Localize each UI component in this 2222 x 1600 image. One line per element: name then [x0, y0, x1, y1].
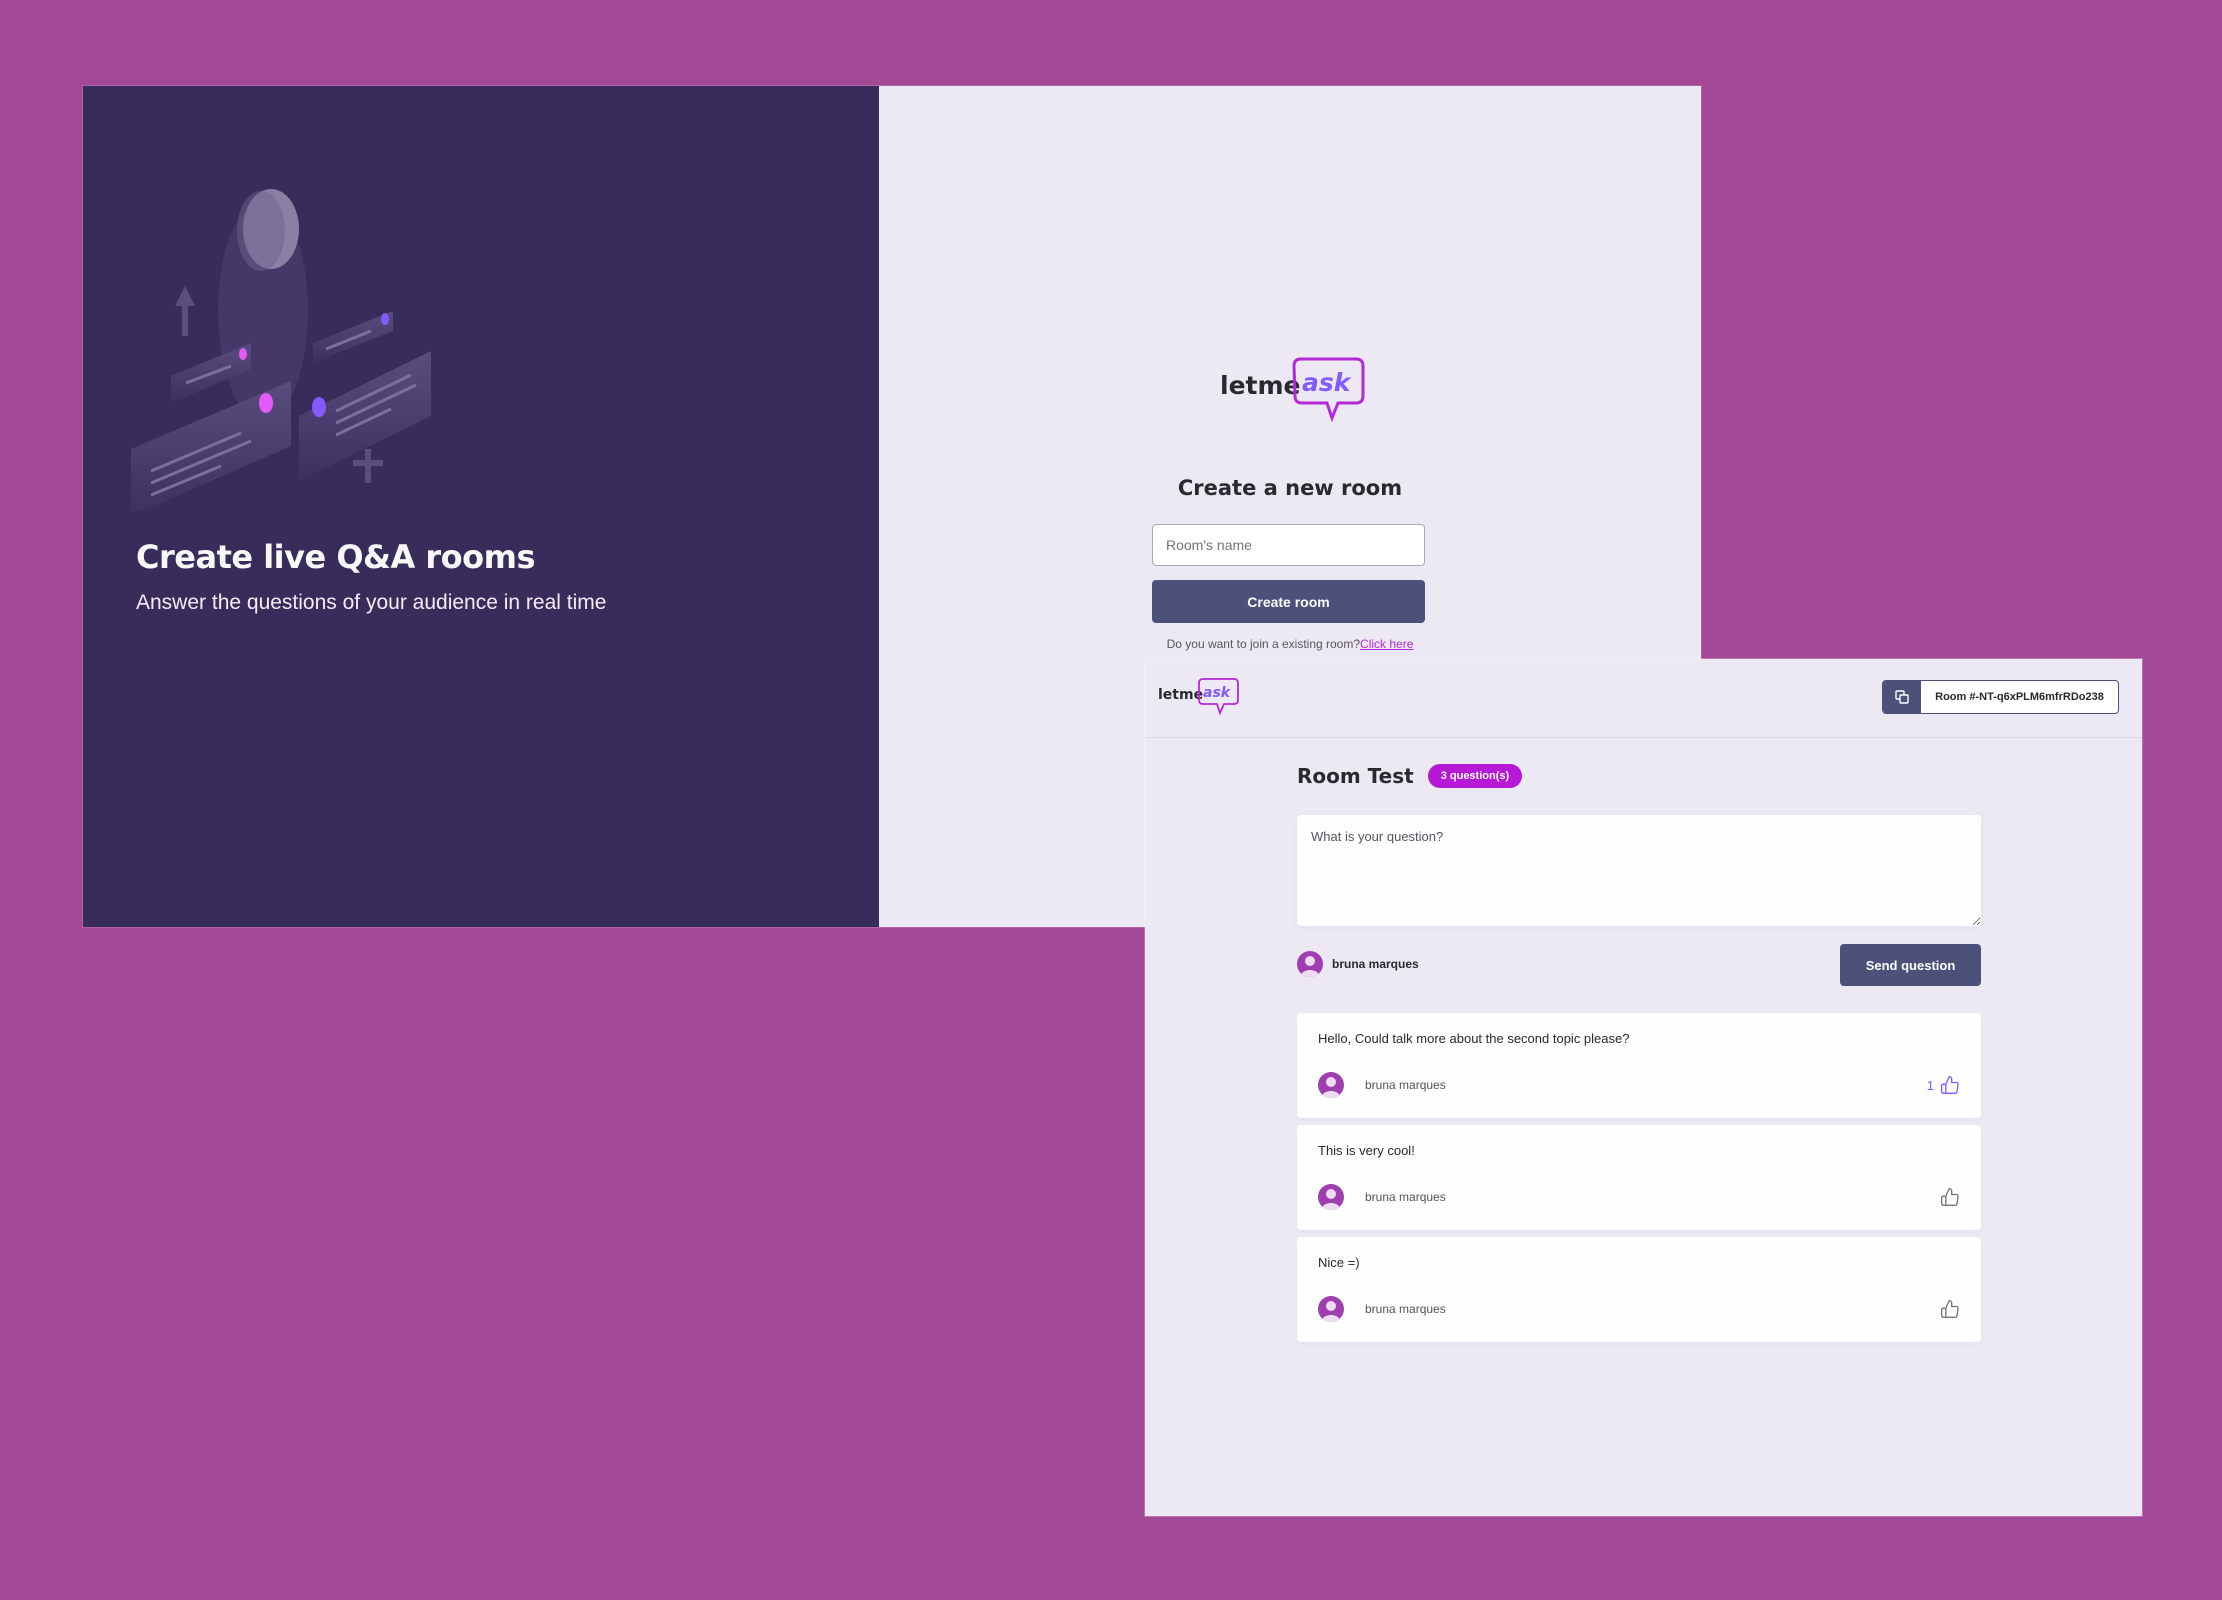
hero-subtitle: Answer the questions of your audience in…: [136, 591, 607, 614]
current-user: bruna marques: [1297, 951, 1419, 977]
thumbs-up-icon[interactable]: [1940, 1299, 1960, 1319]
question-list: Hello, Could talk more about the second …: [1297, 1013, 1981, 1349]
question-footer: bruna marques: [1318, 1296, 1960, 1322]
user-avatar-icon: [1322, 1077, 1340, 1098]
create-room-button[interactable]: Create room: [1152, 580, 1425, 623]
join-room-prompt: Do you want to join a existing room?Clic…: [879, 637, 1701, 651]
avatar: [1297, 951, 1323, 977]
logo-small-ask: ask: [1203, 685, 1232, 701]
hero-panel: Create live Q&A rooms Answer the questio…: [83, 86, 879, 927]
avatar: [1318, 1184, 1344, 1210]
logo-small-letme: letme: [1158, 687, 1203, 703]
avatar: [1318, 1072, 1344, 1098]
like-button[interactable]: [1934, 1299, 1960, 1319]
send-question-button[interactable]: Send question: [1840, 944, 1981, 986]
question-author: bruna marques: [1365, 1078, 1446, 1092]
room-title: Room Test: [1297, 764, 1414, 788]
room-title-row: Room Test 3 question(s): [1297, 764, 1523, 788]
question-textarea[interactable]: [1297, 815, 1981, 926]
room-header: letme ask Room #-NT-q6xPLM6mfrRDo238: [1145, 659, 2142, 738]
question-footer: bruna marques: [1318, 1184, 1960, 1210]
room-name-input[interactable]: [1152, 524, 1425, 566]
question-author: bruna marques: [1365, 1190, 1446, 1204]
question-card: Nice =) bruna marques: [1297, 1237, 1981, 1342]
avatar: [1318, 1296, 1344, 1322]
room-window: letme ask Room #-NT-q6xPLM6mfrRDo238 Roo…: [1145, 659, 2142, 1516]
qa-illustration: [131, 189, 431, 511]
question-count-badge: 3 question(s): [1427, 764, 1523, 788]
user-avatar-icon: [1301, 956, 1319, 977]
question-card: Hello, Could talk more about the second …: [1297, 1013, 1981, 1118]
room-code-text: Room #-NT-q6xPLM6mfrRDo238: [1935, 690, 2104, 703]
question-footer: bruna marques 1: [1318, 1072, 1960, 1098]
like-button[interactable]: [1934, 1187, 1960, 1207]
question-author: bruna marques: [1365, 1302, 1446, 1316]
user-avatar-icon: [1322, 1189, 1340, 1210]
room-code-button[interactable]: Room #-NT-q6xPLM6mfrRDo238: [1882, 680, 2119, 714]
like-button[interactable]: 1: [1927, 1075, 1960, 1095]
question-text: Hello, Could talk more about the second …: [1318, 1031, 1630, 1046]
like-count: 1: [1926, 1077, 1934, 1093]
form-title: Create a new room: [1177, 476, 1403, 500]
question-card: This is very cool! bruna marques: [1297, 1125, 1981, 1230]
join-prompt-text: Do you want to join a existing room?: [1166, 637, 1361, 651]
thumbs-up-icon[interactable]: [1940, 1075, 1960, 1095]
copy-icon[interactable]: [1883, 681, 1921, 713]
user-avatar-icon: [1322, 1301, 1340, 1322]
logo-ask: ask: [1302, 368, 1352, 397]
hero-title: Create live Q&A rooms: [136, 538, 536, 576]
letmeask-logo-small: letme ask: [1158, 678, 1239, 716]
user-name: bruna marques: [1332, 957, 1419, 971]
question-text: Nice =): [1318, 1255, 1360, 1270]
letmeask-logo: letme ask: [1220, 357, 1365, 423]
thumbs-up-icon[interactable]: [1940, 1187, 1960, 1207]
join-room-link[interactable]: Click here: [1360, 637, 1413, 651]
logo-letme: letme: [1220, 371, 1300, 400]
question-text: This is very cool!: [1318, 1143, 1415, 1158]
